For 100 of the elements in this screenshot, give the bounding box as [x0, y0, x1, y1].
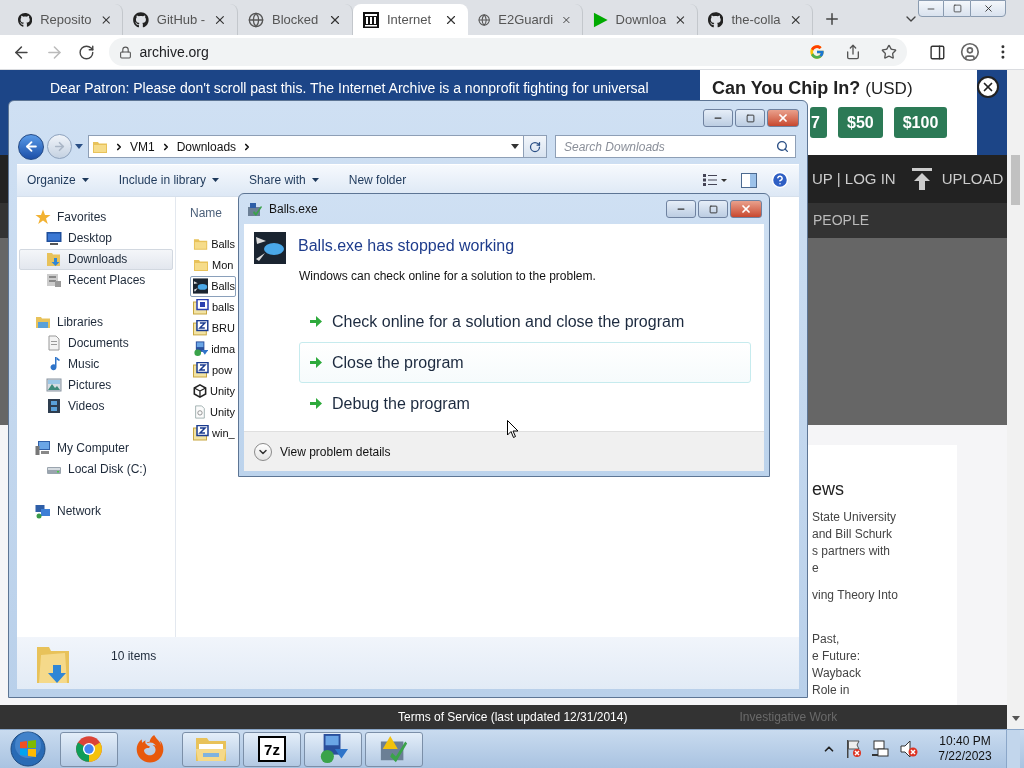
file-row[interactable]: idma: [190, 338, 236, 360]
nav-item[interactable]: Downloads: [19, 248, 173, 270]
amount-button[interactable]: $100: [893, 107, 948, 138]
nav-item[interactable]: Favorites: [19, 206, 173, 228]
side-panel-icon[interactable]: [929, 43, 947, 61]
terms-link[interactable]: Terms of Service (last updated 12/31/2014): [398, 708, 628, 726]
section-link[interactable]: PEOPLE: [813, 210, 870, 231]
command-link[interactable]: Check online for a solution and close the program: [299, 301, 751, 342]
globe-icon: [478, 11, 491, 28]
toolbar-button[interactable]: Include in library: [118, 171, 220, 190]
minimize-button[interactable]: [666, 200, 696, 218]
taskbar-button[interactable]: 7z: [243, 731, 301, 767]
command-link[interactable]: Close the program: [299, 342, 751, 383]
amount-button[interactable]: $50: [838, 107, 883, 138]
minimize-button[interactable]: [703, 109, 733, 127]
upload-link[interactable]: UPLOAD: [941, 167, 1004, 191]
dialog-title: Balls.exe: [269, 201, 318, 218]
profile-icon[interactable]: [960, 42, 981, 62]
back-button[interactable]: [18, 133, 44, 160]
history-caret-icon[interactable]: [75, 144, 83, 150]
maximize-button[interactable]: [735, 109, 765, 127]
flag-alert-icon[interactable]: [846, 740, 862, 758]
news-headline[interactable]: Past, e Future: Wayback Role in: [812, 631, 957, 699]
github-icon: [18, 11, 33, 28]
toolbar-button[interactable]: Share with: [249, 171, 319, 190]
nav-item[interactable]: Videos: [19, 395, 173, 417]
network-icon: [35, 503, 51, 520]
taskbar-button[interactable]: [365, 731, 423, 767]
nav-item[interactable]: Documents: [19, 332, 173, 354]
forward-arrow-icon: [53, 140, 66, 154]
nav-item[interactable]: My Computer: [19, 437, 173, 459]
scrollbar-thumb[interactable]: [1011, 155, 1020, 205]
close-button[interactable]: [730, 200, 762, 218]
file-row[interactable]: Balls: [190, 233, 236, 255]
library-icon: [35, 314, 51, 331]
download-folder-icon: [46, 251, 62, 268]
toolbar-button[interactable]: Organize: [27, 171, 89, 190]
file-row[interactable]: balls: [190, 296, 236, 318]
help-icon[interactable]: [771, 171, 789, 190]
address-field[interactable]: archive.org: [108, 38, 908, 66]
file-row[interactable]: Mon: [190, 254, 236, 276]
maximize-icon: [745, 113, 755, 123]
file-row[interactable]: win_: [190, 422, 236, 444]
taskbar-button[interactable]: [60, 731, 118, 767]
nav-item[interactable]: Pictures: [19, 374, 173, 396]
file-row[interactable]: Unity: [190, 401, 236, 423]
reload-icon[interactable]: [77, 43, 95, 61]
archiver-icon: 7z: [258, 736, 286, 762]
file-row[interactable]: Unity: [190, 380, 236, 402]
share-icon[interactable]: [845, 44, 862, 60]
upload-icon[interactable]: [911, 168, 932, 190]
network-icon[interactable]: [872, 740, 890, 758]
caret-icon: [81, 178, 89, 183]
nav-item[interactable]: Network: [19, 500, 173, 522]
toolbar-button[interactable]: New folder: [348, 171, 407, 190]
amount-button[interactable]: 7: [810, 107, 827, 138]
bookmark-star-icon[interactable]: [881, 44, 898, 60]
preview-pane-icon[interactable]: [741, 172, 757, 188]
restore-button[interactable]: [944, 0, 970, 17]
news-headline[interactable]: ving Theory Into: [812, 587, 957, 604]
taskbar-button[interactable]: [304, 731, 362, 767]
scroll-down-icon[interactable]: [1011, 716, 1020, 721]
close-button[interactable]: [970, 0, 1006, 17]
breadcrumb-item[interactable]: Downloads: [176, 137, 237, 156]
arrow-icon: [310, 397, 323, 410]
google-icon[interactable]: [809, 44, 826, 60]
start-button[interactable]: [10, 731, 46, 767]
close-button[interactable]: [767, 109, 799, 127]
folder-icon: [193, 236, 209, 253]
new-tab-icon[interactable]: [823, 10, 841, 28]
breadcrumb-item[interactable]: VM1: [130, 137, 155, 156]
dropdown-caret-icon[interactable]: [511, 144, 519, 150]
taskbar-button[interactable]: [182, 731, 240, 767]
nav-item[interactable]: Local Disk (C:): [19, 458, 173, 480]
maximize-button[interactable]: [698, 200, 728, 218]
nav-item[interactable]: Recent Places: [19, 269, 173, 291]
error-report-icon: [247, 201, 263, 217]
scrollbar[interactable]: [1007, 70, 1024, 729]
nav-item[interactable]: Desktop: [19, 227, 173, 249]
view-options-icon[interactable]: [703, 174, 727, 187]
file-row[interactable]: Balls: [190, 275, 236, 297]
address-bar[interactable]: VM1 Downloads: [88, 135, 524, 159]
nav-item[interactable]: Libraries: [19, 311, 173, 333]
news-headline[interactable]: State University and Bill Schurk s partners with e: [812, 509, 957, 577]
login-link[interactable]: UP | LOG IN: [812, 167, 896, 191]
expand-details-button[interactable]: [254, 442, 272, 461]
search-icon[interactable]: [776, 140, 789, 154]
muted-speaker-icon[interactable]: [900, 740, 918, 758]
nav-item[interactable]: Music: [19, 353, 173, 375]
command-link[interactable]: Debug the program: [299, 383, 751, 424]
clock[interactable]: 10:40 PM 7/22/2023: [934, 734, 996, 764]
details-link[interactable]: View problem details: [280, 442, 391, 461]
breadcrumb-separator-icon[interactable]: [114, 141, 124, 152]
columns-icon: [363, 11, 379, 28]
file-row[interactable]: BRU: [190, 317, 236, 339]
refresh-button[interactable]: [524, 135, 547, 159]
browser-tab[interactable]: Internet: [353, 4, 468, 35]
news-heading: ews: [812, 478, 845, 500]
file-row[interactable]: pow: [190, 359, 236, 381]
currency-label: (USD): [865, 78, 913, 100]
